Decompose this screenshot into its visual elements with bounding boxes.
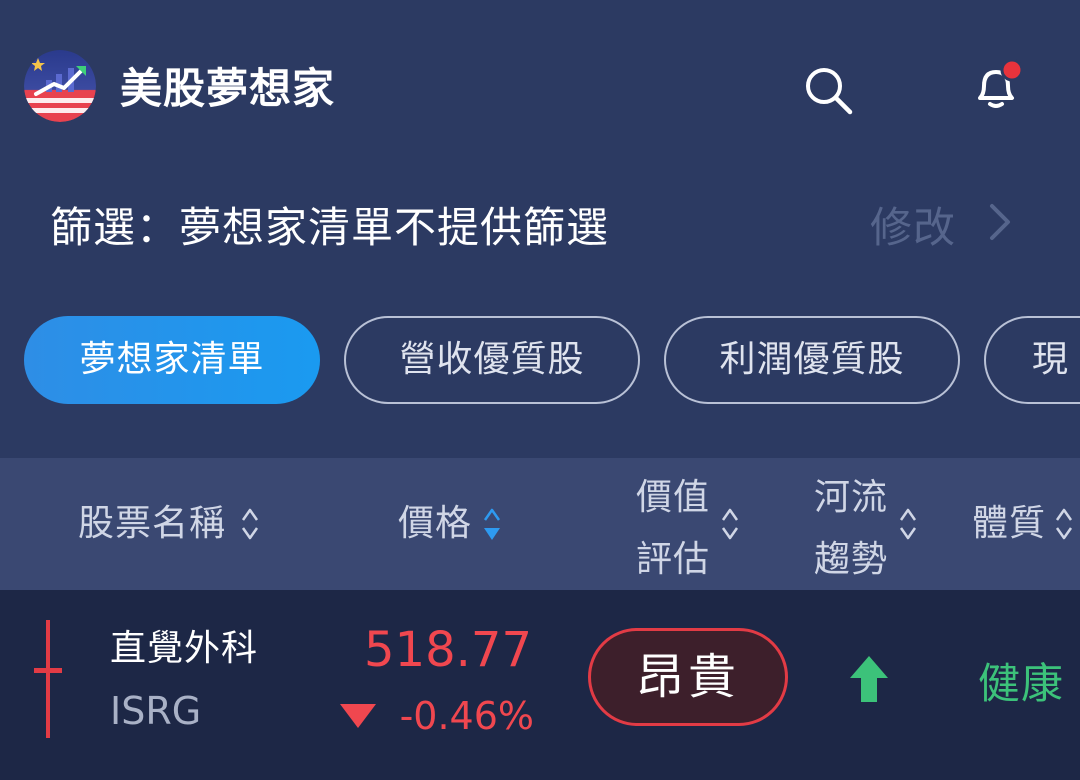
bell-icon: [978, 58, 1024, 108]
table-row[interactable]: [0, 590, 1080, 780]
column-header-health[interactable]: 體質: [972, 500, 1046, 548]
edit-filter-button[interactable]: 修改: [870, 200, 956, 256]
column-header-trend-line2[interactable]: 趨勢: [814, 536, 888, 584]
app-logo-icon: [24, 50, 96, 122]
app-title: 美股夢想家: [120, 64, 336, 113]
column-header-trend-line1[interactable]: 河流: [814, 474, 888, 522]
notification-dot: [1000, 58, 1024, 82]
search-button[interactable]: [800, 62, 856, 118]
row-marker-bar: [34, 668, 62, 673]
down-triangle-icon: [340, 704, 376, 728]
chip-profit-quality[interactable]: 利潤優質股: [664, 316, 960, 404]
column-header-name[interactable]: 股票名稱: [78, 500, 226, 548]
table-header: 股票名稱 價格 價值 評估 河流 趨勢 體質: [0, 458, 1080, 590]
stock-name: 直覺外科: [110, 628, 259, 669]
filter-description: 篩選：夢想家清單不提供篩選: [50, 203, 610, 252]
stock-price: 518.77: [364, 622, 532, 678]
valuation-badge: 昂貴: [588, 628, 788, 726]
category-chips: 夢想家清單 營收優質股 利潤優質股 現: [0, 316, 1080, 408]
price-change-percent: -0.46%: [399, 694, 534, 738]
sort-active-icon[interactable]: [482, 502, 502, 546]
chip-dreamer-list[interactable]: 夢想家清單: [24, 316, 320, 404]
chevron-right-icon[interactable]: [984, 198, 1014, 246]
stock-ticker: ISRG: [110, 689, 202, 733]
chip-revenue-quality[interactable]: 營收優質股: [344, 316, 640, 404]
search-icon: [806, 68, 853, 115]
row-marker: [46, 620, 50, 738]
sort-icon[interactable]: [1054, 502, 1074, 546]
sort-icon[interactable]: [898, 502, 918, 546]
column-header-valuation-line1[interactable]: 價值: [636, 474, 710, 522]
health-status: 健康: [978, 659, 1065, 708]
notification-button[interactable]: [968, 56, 1028, 116]
sort-icon[interactable]: [240, 502, 260, 546]
column-header-price[interactable]: 價格: [398, 500, 472, 548]
sort-icon[interactable]: [720, 502, 740, 546]
column-header-valuation-line2[interactable]: 評估: [636, 536, 710, 584]
trend-up-arrow-icon: [850, 656, 888, 702]
chip-partial[interactable]: 現: [984, 316, 1080, 404]
top-bar: 美股夢想家: [0, 0, 1080, 170]
filter-row: 篩選：夢想家清單不提供篩選 修改: [0, 180, 1080, 270]
